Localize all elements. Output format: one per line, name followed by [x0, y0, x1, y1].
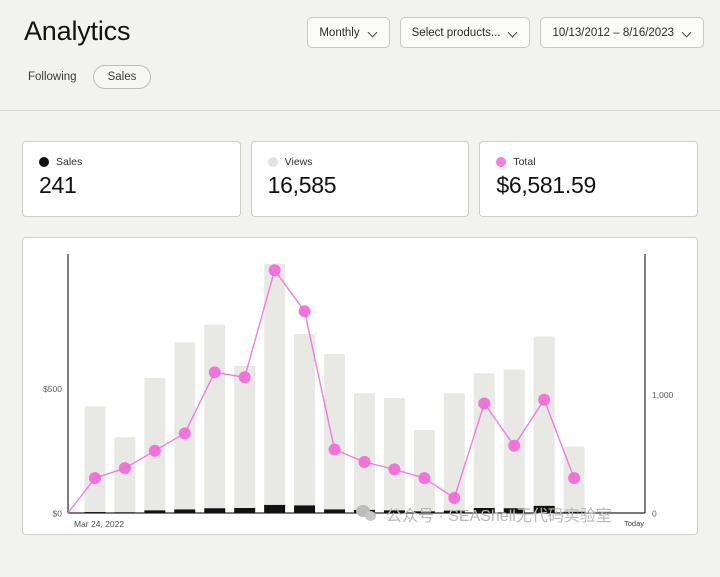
kpi-value: $6,581.59: [496, 172, 596, 198]
svg-text:1,000: 1,000: [652, 390, 674, 400]
chevron-down-icon: [683, 28, 692, 37]
sales-color-dot: [39, 157, 49, 167]
chevron-down-icon: [369, 28, 378, 37]
analytics-chart[interactable]: $500$01,0000Mar 24, 2022TodaySalesViewsT…: [23, 238, 697, 534]
kpi-value: 16,585: [267, 172, 337, 198]
app-header: Analytics Following Sales Monthly Select…: [0, 0, 720, 111]
svg-text:Mar 24, 2022: Mar 24, 2022: [74, 519, 124, 529]
main-content: Sales 241 Views 16,585 Total $6,581.59 $…: [0, 111, 720, 535]
kpi-label: Total: [513, 156, 536, 168]
svg-text:$0: $0: [53, 509, 63, 519]
kpi-row: Sales 241 Views 16,585 Total $6,581.59: [0, 111, 720, 217]
kpi-header: Views: [267, 156, 453, 168]
period-select[interactable]: Monthly: [307, 17, 390, 48]
tab-sales[interactable]: Sales: [92, 65, 152, 89]
kpi-header: Sales: [39, 156, 224, 168]
product-select[interactable]: Select products...: [399, 17, 531, 48]
svg-text:$500: $500: [43, 384, 62, 394]
date-range-select[interactable]: 10/13/2012 – 8/16/2023: [540, 17, 704, 48]
total-color-dot: [496, 157, 507, 167]
chevron-down-icon: [509, 28, 518, 37]
tab-bar: Following Sales: [26, 65, 152, 89]
kpi-card-total[interactable]: Total $6,581.59: [479, 141, 699, 217]
kpi-label: Views: [284, 156, 313, 168]
tab-following[interactable]: Following: [26, 65, 79, 89]
date-range-label: 10/13/2012 – 8/16/2023: [552, 26, 674, 39]
header-controls: Monthly Select products... 10/13/2012 – …: [307, 17, 704, 48]
product-select-label: Select products...: [411, 26, 501, 39]
svg-text:Today: Today: [624, 519, 644, 528]
kpi-header: Total: [496, 156, 681, 168]
kpi-value: 241: [39, 172, 77, 198]
page-title: Analytics: [24, 16, 131, 46]
kpi-card-views[interactable]: Views 16,585: [250, 141, 470, 217]
period-select-label: Monthly: [319, 26, 360, 39]
views-color-dot: [267, 157, 278, 167]
analytics-chart-card[interactable]: $500$01,0000Mar 24, 2022TodaySalesViewsT…: [22, 237, 698, 535]
kpi-card-sales[interactable]: Sales 241: [22, 141, 241, 217]
kpi-label: Sales: [56, 156, 83, 168]
svg-text:0: 0: [652, 509, 657, 519]
